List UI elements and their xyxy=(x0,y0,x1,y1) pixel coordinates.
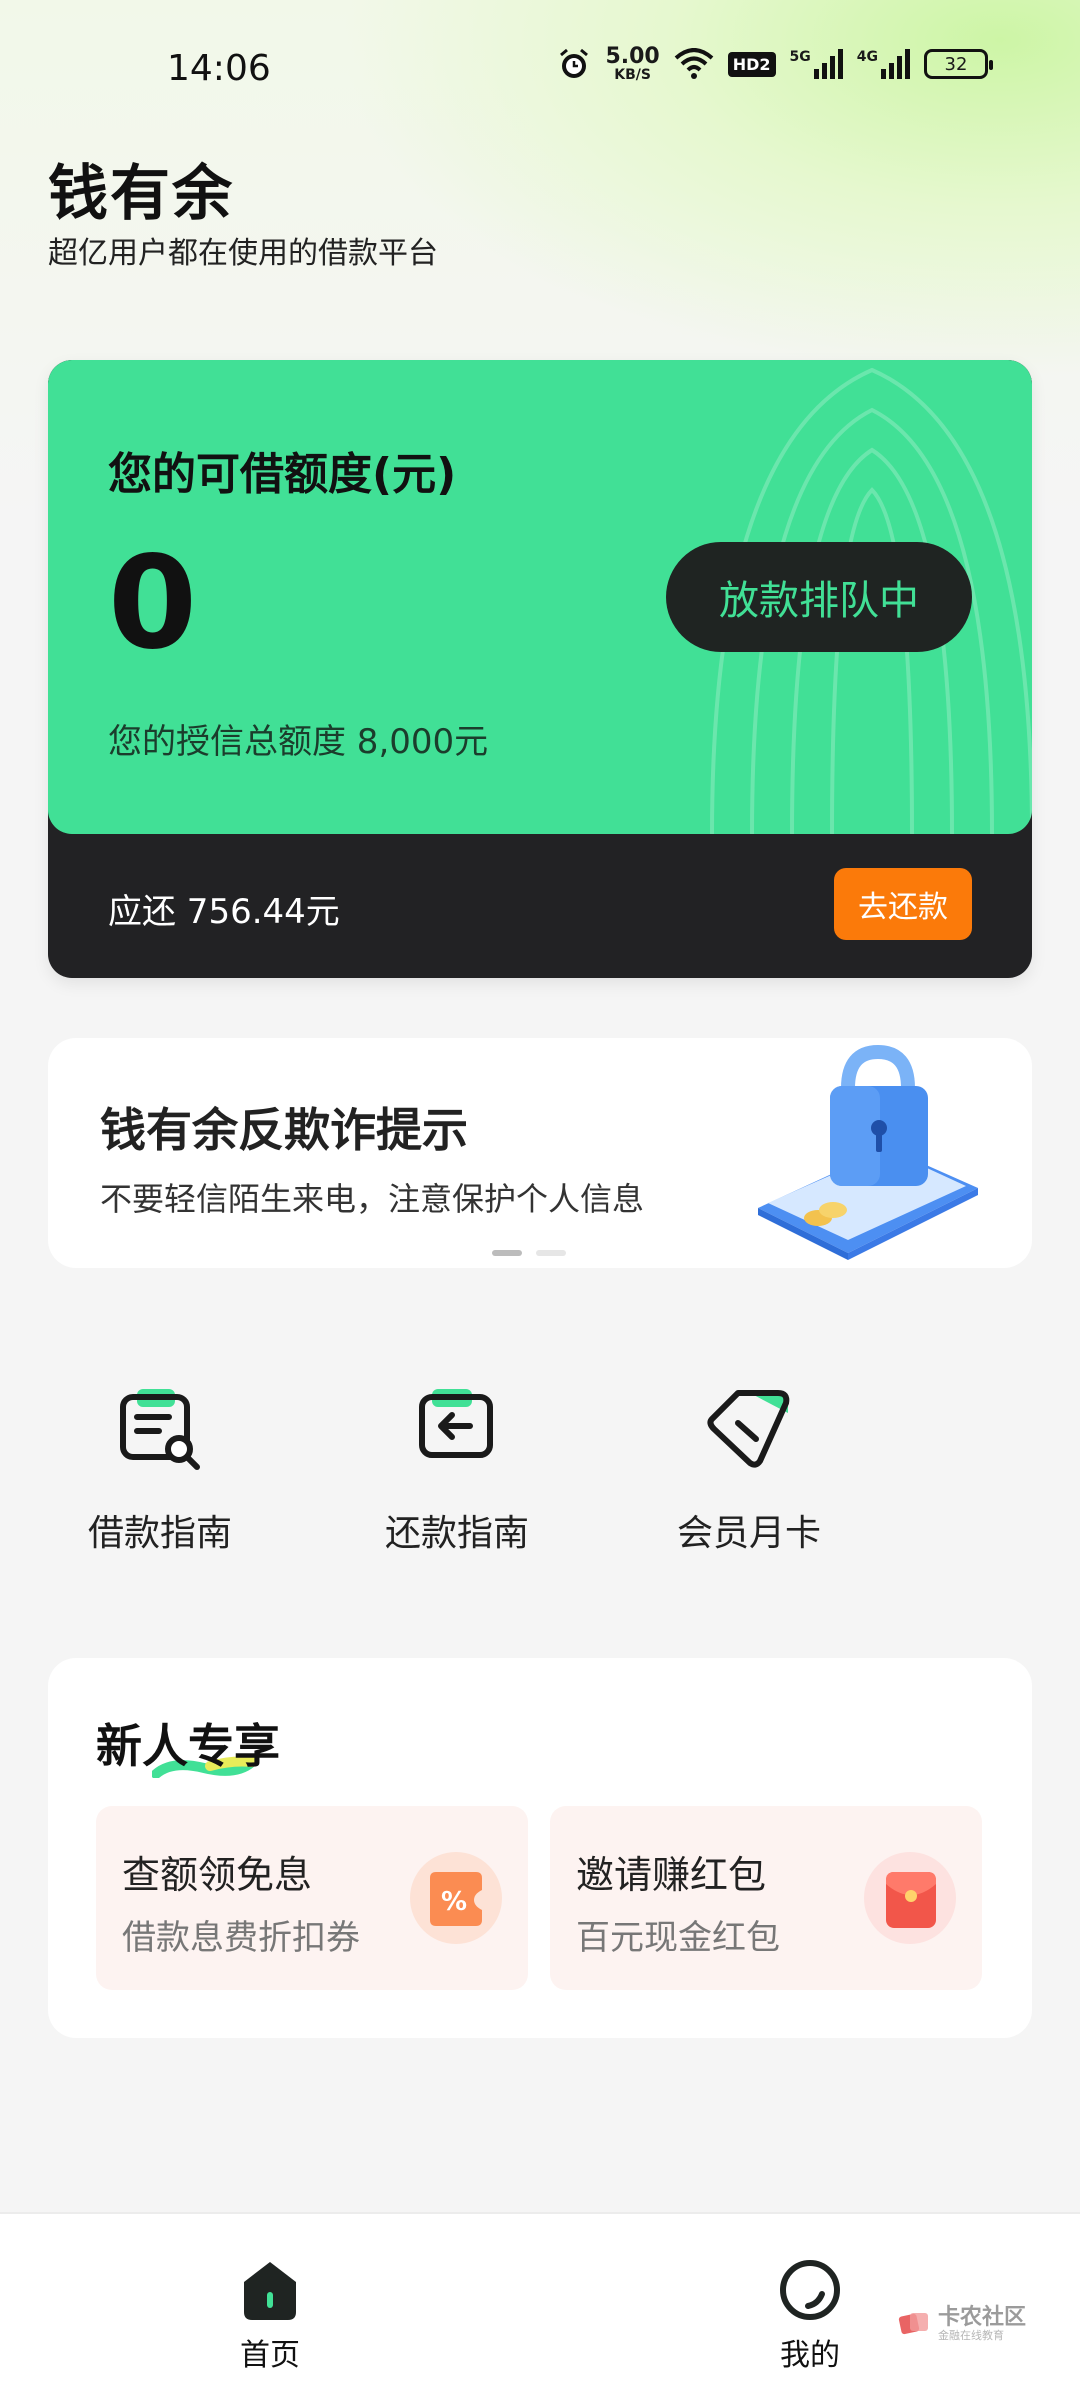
quick-action-repay-guide[interactable]: 还款指南 xyxy=(293,1380,621,1580)
quick-action-loan-guide[interactable]: 借款指南 xyxy=(0,1380,324,1580)
network-speed-unit: KB/S xyxy=(614,67,651,83)
app-title: 钱有余 xyxy=(48,159,234,229)
credit-limit-amount: 0 xyxy=(108,529,198,678)
status-time: 14:06 xyxy=(167,48,271,89)
banner-pagination xyxy=(492,1250,566,1256)
total-credit-text: 您的授信总额度 8,000元 xyxy=(108,722,489,762)
banner-title: 钱有余反欺诈提示 xyxy=(100,1103,468,1157)
app-subtitle: 超亿用户都在使用的借款平台 xyxy=(48,236,438,271)
nav-home[interactable]: 首页 xyxy=(200,2258,340,2374)
status-bar: 14:06 5.00 KB/S HD2 5G 4G 32 xyxy=(0,40,1080,96)
alarm-icon xyxy=(557,47,591,81)
home-screen: 14:06 5.00 KB/S HD2 5G 4G 32 钱有余 超亿用户都在使… xyxy=(0,0,1080,2400)
nav-home-label: 首页 xyxy=(240,2338,300,2373)
battery-icon: 32 xyxy=(924,49,993,79)
banner-dot-active[interactable] xyxy=(492,1250,522,1256)
svg-text:%: % xyxy=(441,1887,467,1917)
signal-icon: 5G xyxy=(790,49,843,79)
promo-subtitle: 百元现金红包 xyxy=(576,1918,780,1958)
quick-action-label: 还款指南 xyxy=(384,1513,529,1554)
quick-action-label: 会员月卡 xyxy=(676,1513,821,1554)
hd-voice-icon: HD2 xyxy=(727,51,776,77)
repay-due-text: 应还 756.44元 xyxy=(108,892,340,932)
anti-fraud-banner[interactable]: 钱有余反欺诈提示 不要轻信陌生来电，注意保护个人信息 xyxy=(48,1038,1032,1268)
battery-level: 32 xyxy=(944,53,968,75)
quick-action-label: 借款指南 xyxy=(87,1513,232,1554)
credit-limit-panel: 您的可借额度(元) 0 放款排队中 您的授信总额度 8,000元 xyxy=(48,360,1032,834)
watermark-main: 卡农社区 xyxy=(938,2305,1027,2330)
repay-button[interactable]: 去还款 xyxy=(834,868,972,940)
wifi-icon xyxy=(674,48,714,80)
watermark: 卡农社区 金融在线教育 xyxy=(898,2305,1027,2343)
nav-mine-label: 我的 xyxy=(780,2338,840,2373)
banner-dot[interactable] xyxy=(536,1250,566,1256)
loan-queue-button[interactable]: 放款排队中 xyxy=(666,542,972,652)
newbie-title: 新人专享 xyxy=(96,1719,280,1773)
signal-icon-secondary: 4G xyxy=(857,49,910,79)
discount-coupon-icon: % xyxy=(410,1852,502,1944)
network-speed: 5.00 KB/S xyxy=(605,44,660,83)
signal-label-4g: 4G xyxy=(856,49,878,65)
status-icons: 5.00 KB/S HD2 5G 4G 32 xyxy=(557,44,993,83)
watermark-text: 卡农社区 金融在线教育 xyxy=(938,2305,1027,2343)
promo-invite[interactable]: 邀请赚红包 百元现金红包 xyxy=(550,1806,982,1990)
credit-limit-label: 您的可借额度(元) xyxy=(108,449,457,500)
red-envelope-icon xyxy=(864,1852,956,1944)
promo-title: 邀请赚红包 xyxy=(576,1853,767,1897)
watermark-sub: 金融在线教育 xyxy=(938,2329,1004,2343)
newbie-section: 新人专享 查额领免息 借款息费折扣券 % 邀请赚红包 百元现金红包 xyxy=(48,1658,1032,2038)
promo-subtitle: 借款息费折扣券 xyxy=(122,1918,360,1958)
banner-subtitle: 不要轻信陌生来电，注意保护个人信息 xyxy=(100,1180,645,1218)
credit-card: 您的可借额度(元) 0 放款排队中 您的授信总额度 8,000元 应还 756.… xyxy=(48,360,1032,978)
repay-guide-icon xyxy=(409,1380,505,1476)
member-card-icon xyxy=(701,1380,797,1476)
promo-check-limit[interactable]: 查额领免息 借款息费折扣券 % xyxy=(96,1806,528,1990)
newbie-title-wrap: 新人专享 xyxy=(96,1710,280,1778)
community-logo-icon xyxy=(898,2313,928,2335)
promo-title: 查额领免息 xyxy=(122,1853,313,1897)
phone-lock-illustration xyxy=(758,1044,978,1260)
signal-label-5g: 5G xyxy=(789,49,811,65)
network-speed-value: 5.00 xyxy=(605,44,660,69)
quick-action-member-card[interactable]: 会员月卡 xyxy=(585,1380,913,1580)
quick-actions: 借款指南 还款指南 会员月卡 xyxy=(48,1380,1032,1580)
nav-mine[interactable]: 我的 xyxy=(740,2258,880,2374)
loan-guide-icon xyxy=(112,1380,208,1476)
home-icon xyxy=(244,2262,296,2320)
profile-icon xyxy=(780,2260,840,2320)
